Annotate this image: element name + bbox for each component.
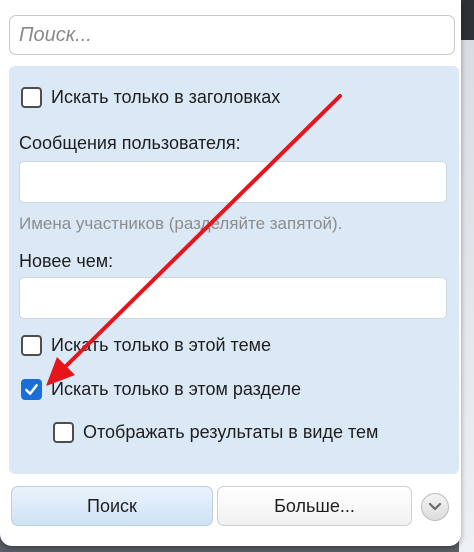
this-forum-only-checkbox[interactable]: [21, 379, 42, 400]
more-button-label: Больше...: [274, 495, 355, 516]
search-options-panel: Искать только в заголовках Сообщения пол…: [9, 66, 459, 474]
search-button-label: Поиск: [87, 495, 137, 516]
titles-only-label: Искать только в заголовках: [51, 87, 281, 107]
chevron-down-icon: [428, 502, 442, 511]
user-messages-label: Сообщения пользователя:: [19, 133, 241, 153]
user-messages-input[interactable]: [19, 161, 447, 203]
page-backdrop: [459, 0, 474, 552]
newer-than-label: Новее чем:: [19, 251, 114, 271]
search-button[interactable]: Поиск: [11, 486, 213, 526]
newer-than-input[interactable]: [19, 277, 447, 319]
user-messages-hint: Имена участников (разделяйте запятой).: [19, 214, 343, 233]
more-button[interactable]: Больше...: [217, 486, 412, 526]
options-dropdown-button[interactable]: [421, 493, 449, 521]
search-input[interactable]: [9, 15, 455, 55]
titles-only-checkbox[interactable]: [21, 87, 42, 108]
show-as-threads-label: Отображать результаты в виде тем: [83, 422, 379, 442]
this-forum-only-label: Искать только в этом разделе: [51, 379, 301, 399]
search-popup: Искать только в заголовках Сообщения пол…: [0, 0, 461, 546]
this-thread-only-option[interactable]: Искать только в этой теме: [21, 335, 271, 356]
this-forum-only-option[interactable]: Искать только в этом разделе: [21, 379, 301, 400]
show-as-threads-option[interactable]: Отображать результаты в виде тем: [53, 422, 378, 443]
this-thread-only-label: Искать только в этой теме: [51, 335, 271, 355]
show-as-threads-checkbox[interactable]: [53, 422, 74, 443]
check-icon: [25, 384, 38, 395]
titles-only-option[interactable]: Искать только в заголовках: [21, 87, 280, 108]
this-thread-only-checkbox[interactable]: [21, 335, 42, 356]
